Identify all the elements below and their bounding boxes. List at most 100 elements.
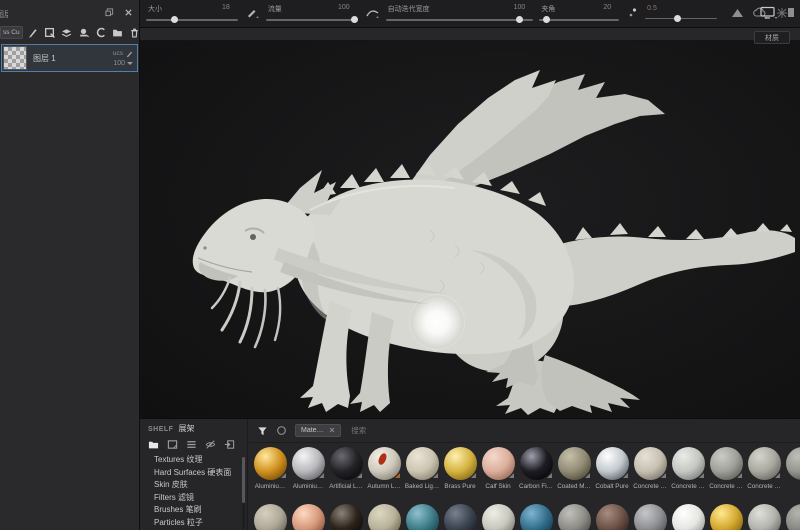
layer-edit-icon[interactable]: [125, 50, 133, 58]
layer-opacity[interactable]: 100: [113, 60, 133, 67]
close-icon[interactable]: [123, 7, 134, 18]
material-tile[interactable]: [783, 447, 800, 490]
filter-icon[interactable]: [257, 425, 268, 436]
layers-toolbar: ss Cu: [0, 24, 140, 40]
material-label: Artificial L…: [329, 483, 363, 490]
float-window-icon[interactable]: [104, 7, 115, 18]
stroke-icon[interactable]: [365, 7, 380, 19]
material-badge-icon: [433, 473, 438, 478]
stamp-icon[interactable]: [78, 27, 89, 38]
shelf-category-item[interactable]: Particles 粒子: [154, 517, 247, 530]
slider-handle[interactable]: [542, 16, 550, 23]
material-sphere: [519, 504, 553, 530]
search-input[interactable]: 搜索: [351, 425, 366, 436]
shelf-category-item[interactable]: Hard Surfaces 硬表面: [154, 467, 247, 480]
material-tile[interactable]: Cobalt Pure: [593, 447, 631, 490]
material-tile[interactable]: [403, 504, 441, 530]
iteration-width-slider: 自动迭代宽度 100: [385, 4, 534, 24]
dots-icon[interactable]: [627, 6, 639, 20]
material-badge-icon: [737, 473, 742, 478]
import-icon[interactable]: [224, 439, 235, 450]
slider-handle[interactable]: [674, 14, 682, 22]
material-tile[interactable]: Brass Pure: [441, 447, 479, 490]
shelf-assets: Mate… ✕ 搜索 Aluminiu… Aluminiu… Artificial …: [249, 419, 800, 530]
material-sphere: [481, 504, 515, 530]
category-scrollbar[interactable]: [242, 457, 245, 529]
shelf-category-list: Textures 纹理 Hard Surfaces 硬表面 Skin 皮肤 Filte…: [140, 454, 247, 530]
material-tile[interactable]: Concrete …: [669, 447, 707, 490]
material-badge-icon: [395, 473, 400, 478]
material-tile[interactable]: [707, 504, 745, 530]
folder-icon[interactable]: [148, 439, 159, 450]
material-tile[interactable]: Concrete …: [745, 447, 783, 490]
dragon-model[interactable]: [140, 28, 800, 418]
material-tile[interactable]: Aluminiu…: [251, 447, 289, 490]
layer-row[interactable]: 图层 1 ucs 100: [1, 44, 138, 72]
material-label: Concrete …: [709, 483, 743, 490]
brush-preset-dropdown[interactable]: ss Cu: [0, 25, 23, 39]
material-tile[interactable]: [631, 504, 669, 530]
material-tile[interactable]: [555, 504, 593, 530]
trash-icon[interactable]: [129, 27, 140, 38]
material-tile[interactable]: [251, 504, 289, 530]
material-tile[interactable]: [479, 504, 517, 530]
material-tile[interactable]: [783, 504, 800, 530]
slider-handle[interactable]: [350, 16, 358, 23]
material-badge-icon: [319, 473, 324, 478]
material-label: Calf Skin: [485, 483, 511, 490]
shelf-title: SHELF: [148, 426, 174, 433]
shelf-category-item[interactable]: Filters 滤镜: [154, 492, 247, 505]
material-tile[interactable]: Concrete …: [707, 447, 745, 490]
material-tile[interactable]: [365, 504, 403, 530]
material-label: Baked Lig…: [404, 483, 440, 490]
slider-handle[interactable]: [515, 16, 523, 23]
frame-icon[interactable]: [167, 439, 178, 450]
clipped-icon[interactable]: [786, 6, 794, 20]
viewport-3d[interactable]: 材质: [140, 28, 800, 418]
shelf-category-item[interactable]: Brushes 笔刷: [154, 504, 247, 517]
display-icon[interactable]: [760, 6, 778, 20]
material-tile[interactable]: [327, 504, 365, 530]
material-tile[interactable]: [593, 504, 631, 530]
material-badge-icon: [699, 473, 704, 478]
materials-row-2: [251, 504, 800, 530]
material-sphere: [405, 504, 439, 530]
shelf-category-item[interactable]: Skin 皮肤: [154, 479, 247, 492]
layers-panel-header: 图层: [0, 6, 140, 22]
filter-chip[interactable]: Mate… ✕: [295, 424, 342, 437]
marquee-icon[interactable]: [44, 27, 55, 38]
shelf-search-row: Mate… ✕ 搜索: [249, 419, 800, 443]
material-tile[interactable]: Coated M…: [555, 447, 593, 490]
pen-icon[interactable]: [27, 27, 38, 38]
material-tile[interactable]: [669, 504, 707, 530]
material-tile[interactable]: Calf Skin: [479, 447, 517, 490]
material-tile[interactable]: [517, 504, 555, 530]
triangle-icon[interactable]: [731, 7, 744, 19]
material-badge-icon: [623, 473, 628, 478]
material-tile[interactable]: [745, 504, 783, 530]
material-tile[interactable]: Artificial L…: [327, 447, 365, 490]
material-tile[interactable]: Autumn L…: [365, 447, 403, 490]
curve-icon[interactable]: [95, 27, 106, 38]
list-icon[interactable]: [186, 439, 197, 450]
material-tile[interactable]: [441, 504, 479, 530]
material-label: Cobalt Pure: [595, 483, 629, 490]
pencil-icon[interactable]: [246, 7, 260, 19]
refresh-icon[interactable]: [276, 425, 287, 436]
layers-icon[interactable]: [61, 27, 72, 38]
material-tile[interactable]: [289, 504, 327, 530]
folder-icon[interactable]: [112, 27, 123, 38]
slider-handle[interactable]: [170, 16, 178, 23]
brush-cursor-glow: [412, 297, 462, 347]
eye-off-icon[interactable]: [205, 439, 216, 450]
material-label: Concrete …: [671, 483, 705, 490]
material-tile[interactable]: Carbon Fi…: [517, 447, 555, 490]
material-tile[interactable]: Concrete …: [631, 447, 669, 490]
material-tile[interactable]: Aluminiu…: [289, 447, 327, 490]
layer-thumbnail[interactable]: [3, 46, 27, 70]
material-tile[interactable]: Baked Lig…: [403, 447, 441, 490]
material-label: Carbon Fi…: [519, 483, 553, 490]
layers-panel: 图层 ss Cu: [0, 0, 140, 530]
shelf-category-item[interactable]: Textures 纹理: [154, 454, 247, 467]
chip-close-icon[interactable]: ✕: [329, 427, 336, 435]
